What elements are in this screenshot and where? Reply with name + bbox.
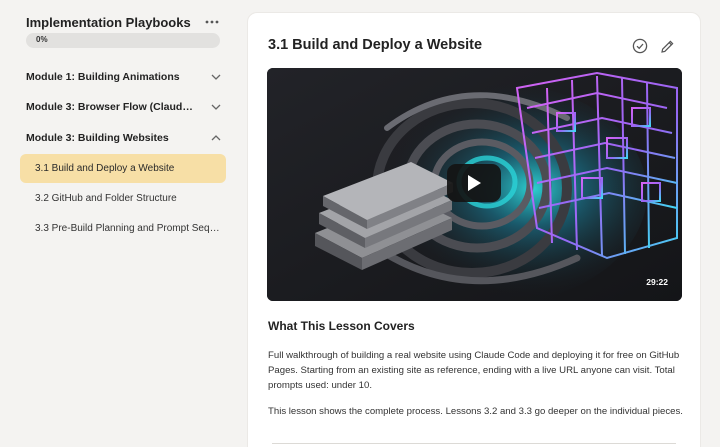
chevron-up-icon — [210, 132, 222, 144]
lesson-description: This lesson shows the complete process. … — [268, 406, 683, 417]
lesson-item-active[interactable]: 3.1 Build and Deploy a Website — [20, 154, 226, 183]
course-sidebar: Implementation Playbooks 0% Module 1: Bu… — [0, 0, 240, 447]
module-item[interactable]: Module 3: Building Websites — [26, 129, 222, 147]
module-item[interactable]: Module 3: Browser Flow (Claude Ex... — [26, 98, 222, 116]
progress-label: 0% — [36, 35, 48, 44]
course-title: Implementation Playbooks — [26, 14, 191, 30]
lesson-actions — [631, 37, 676, 55]
lesson-title: 3.1 Build and Deploy a Website — [268, 37, 483, 53]
course-progress-bar: 0% — [26, 33, 220, 48]
check-circle-icon[interactable] — [631, 37, 649, 55]
divider — [272, 443, 676, 444]
lesson-content-card: 3.1 Build and Deploy a Website 29:22 Wha… — [247, 12, 701, 447]
section-heading: What This Lesson Covers — [268, 319, 415, 333]
module-label: Module 3: Browser Flow (Claude Ex... — [26, 101, 198, 113]
module-item[interactable]: Module 1: Building Animations — [26, 68, 222, 86]
module-label: Module 1: Building Animations — [26, 71, 180, 83]
video-player[interactable]: 29:22 — [267, 68, 682, 301]
play-icon — [468, 175, 481, 191]
pencil-icon[interactable] — [658, 37, 676, 55]
more-horizontal-icon[interactable] — [204, 14, 220, 30]
video-duration: 29:22 — [646, 277, 668, 287]
lesson-description: Full walkthrough of building a real webs… — [268, 350, 680, 391]
module-label: Module 3: Building Websites — [26, 132, 169, 144]
course-header: Implementation Playbooks — [26, 12, 220, 32]
lesson-label: 3.2 GitHub and Folder Structure — [35, 193, 177, 204]
lesson-item[interactable]: 3.2 GitHub and Folder Structure — [20, 184, 226, 213]
lesson-item[interactable]: 3.3 Pre-Build Planning and Prompt Sequ..… — [20, 214, 226, 243]
play-button[interactable] — [447, 164, 501, 202]
chevron-down-icon — [210, 71, 222, 83]
lesson-label: 3.3 Pre-Build Planning and Prompt Sequ..… — [35, 223, 221, 234]
lesson-label: 3.1 Build and Deploy a Website — [35, 163, 175, 174]
chevron-down-icon — [210, 101, 222, 113]
